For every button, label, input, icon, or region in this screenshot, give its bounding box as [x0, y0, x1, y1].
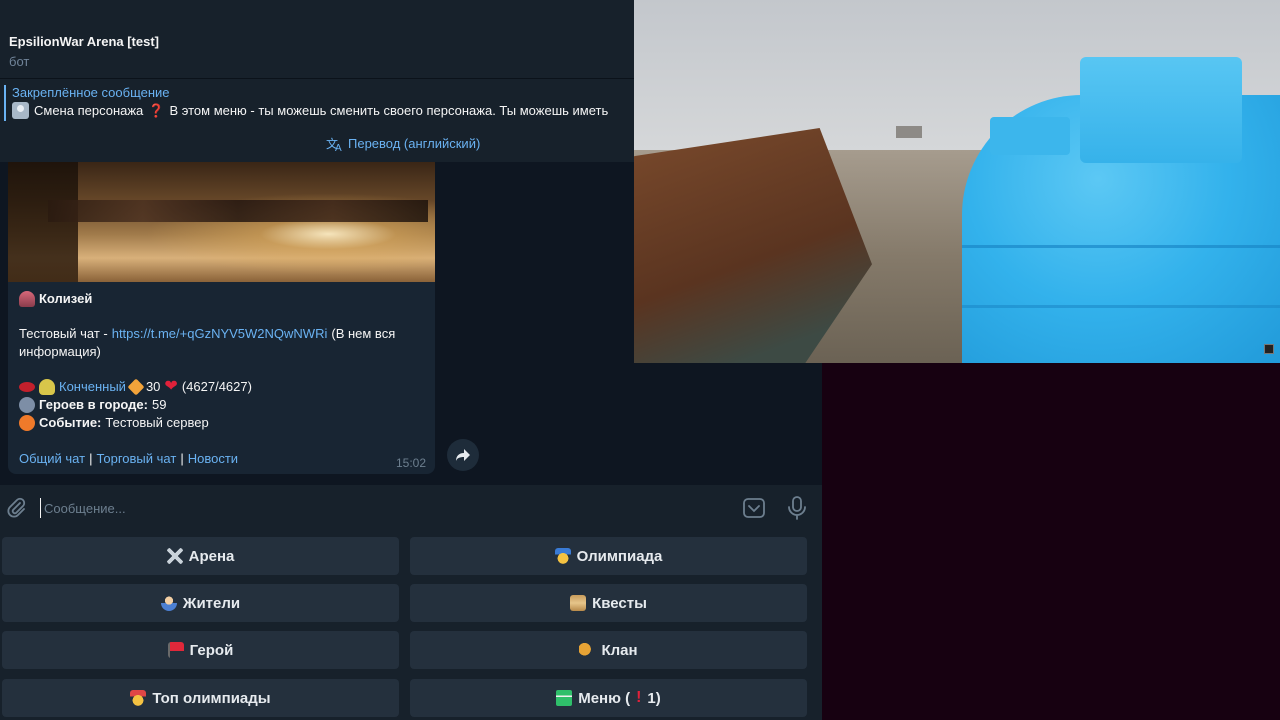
- message-input[interactable]: [40, 498, 720, 518]
- tank-ring: [962, 305, 1280, 308]
- arena-image[interactable]: [8, 162, 435, 282]
- message-bubble[interactable]: Колизей Тестовый чат - https://t.me/+qGz…: [8, 162, 435, 474]
- event-icon: [19, 415, 35, 431]
- share-button[interactable]: [447, 439, 479, 471]
- bot-keyboard: Арена Олимпиада Жители Квесты Герой Клан…: [0, 531, 822, 720]
- translate-label: Перевод (английский): [348, 136, 481, 151]
- crossed-swords-icon: [166, 548, 183, 564]
- news-link[interactable]: Новости: [188, 451, 238, 466]
- microphone-icon[interactable]: [786, 495, 808, 521]
- test-chat-label: Тестовый чат -: [19, 326, 108, 341]
- test-chat-line: Тестовый чат - https://t.me/+qGzNYV5W2NQ…: [19, 325, 424, 343]
- video-corner-icon[interactable]: [1264, 344, 1274, 354]
- arena-button-label: Арена: [188, 547, 235, 565]
- pinned-text: В этом меню - ты можешь сменить своего п…: [169, 103, 609, 118]
- hero-button[interactable]: Герой: [2, 631, 399, 669]
- menu-button-label: Меню (: [578, 689, 631, 707]
- message-time: 15:02: [395, 456, 426, 470]
- clan-button-label: Клан: [601, 641, 638, 659]
- arena-button[interactable]: Арена: [2, 537, 399, 575]
- test-chat-note: (В нем вся: [331, 326, 396, 341]
- horn-icon: [579, 642, 596, 658]
- event-line: Событие: Тестовый сервер: [19, 414, 424, 432]
- scroll-icon: [570, 595, 587, 611]
- residents-button[interactable]: Жители: [2, 584, 399, 622]
- trade-chat-link[interactable]: Торговый чат: [96, 451, 176, 466]
- player-name-link[interactable]: Конченный: [59, 378, 126, 396]
- video-overlay[interactable]: [634, 0, 1280, 363]
- clan-button[interactable]: Клан: [410, 631, 807, 669]
- olympiad-button[interactable]: Олимпиада: [410, 537, 807, 575]
- medal-icon: [130, 690, 147, 706]
- pinned-label: Смена персонажа: [34, 103, 144, 118]
- location-line: Колизей: [19, 290, 424, 308]
- quests-button-label: Квесты: [592, 594, 647, 612]
- question-mark-icon: ❓: [148, 102, 165, 118]
- coliseum-icon: [19, 291, 35, 307]
- menu-icon: [556, 690, 573, 706]
- hero-button-label: Герой: [189, 641, 234, 659]
- heart-icon: ❤: [164, 378, 178, 395]
- event-label: Событие:: [39, 415, 102, 430]
- bot-keyboard-toggle-icon[interactable]: [742, 497, 766, 519]
- flag-icon: [167, 642, 184, 658]
- message-footer-links: Общий чат | Торговый чат | Новости: [19, 451, 239, 466]
- resident-icon: [160, 595, 177, 611]
- player-level: 30: [145, 379, 161, 394]
- blue-water-tank: [962, 57, 1280, 363]
- test-chat-note-2: информация): [19, 344, 101, 359]
- video-building: [896, 126, 922, 138]
- residents-button-label: Жители: [182, 594, 241, 612]
- test-chat-link[interactable]: https://t.me/+qGzNYV5W2NQwNWRi: [112, 325, 328, 343]
- general-chat-link[interactable]: Общий чат: [19, 451, 85, 466]
- person-icon: [39, 379, 55, 395]
- player-line: Конченный 30 ❤ (4627/4627): [19, 378, 424, 396]
- olympiad-button-label: Олимпиада: [576, 547, 663, 565]
- lips-icon: [19, 382, 35, 392]
- heroes-line: Героев в городе: 59: [19, 396, 424, 414]
- arch-shape: [8, 162, 78, 282]
- character-icon: [12, 102, 29, 119]
- medal-icon: [554, 548, 571, 564]
- crowd-shape: [48, 200, 428, 222]
- message-composer: [0, 485, 822, 531]
- tank-ring: [962, 245, 1280, 248]
- player-hp: (4627/4627): [181, 379, 252, 394]
- olympiad-top-button[interactable]: Топ олимпиады: [2, 679, 399, 717]
- svg-text:A: A: [335, 143, 342, 152]
- diamond-icon: [127, 378, 145, 396]
- tank-lid-small: [990, 117, 1070, 155]
- location-name: Колизей: [39, 291, 93, 306]
- share-icon: [456, 449, 470, 461]
- tank-lid: [1080, 57, 1242, 163]
- pinned-accent-bar: [4, 85, 6, 121]
- message-text: Колизей Тестовый чат - https://t.me/+qGz…: [8, 282, 435, 440]
- olympiad-top-button-label: Топ олимпиады: [152, 689, 271, 707]
- translate-icon: 文A: [326, 136, 342, 152]
- exclamation-icon: !: [636, 689, 642, 706]
- menu-button-count: 1): [647, 689, 661, 707]
- heroes-count: 59: [151, 397, 167, 412]
- heroes-label: Героев в городе:: [39, 397, 148, 412]
- quests-button[interactable]: Квесты: [410, 584, 807, 622]
- menu-button[interactable]: Меню (! 1): [410, 679, 807, 717]
- people-icon: [19, 397, 35, 413]
- event-value: Тестовый сервер: [105, 415, 209, 430]
- attach-icon[interactable]: [5, 497, 27, 519]
